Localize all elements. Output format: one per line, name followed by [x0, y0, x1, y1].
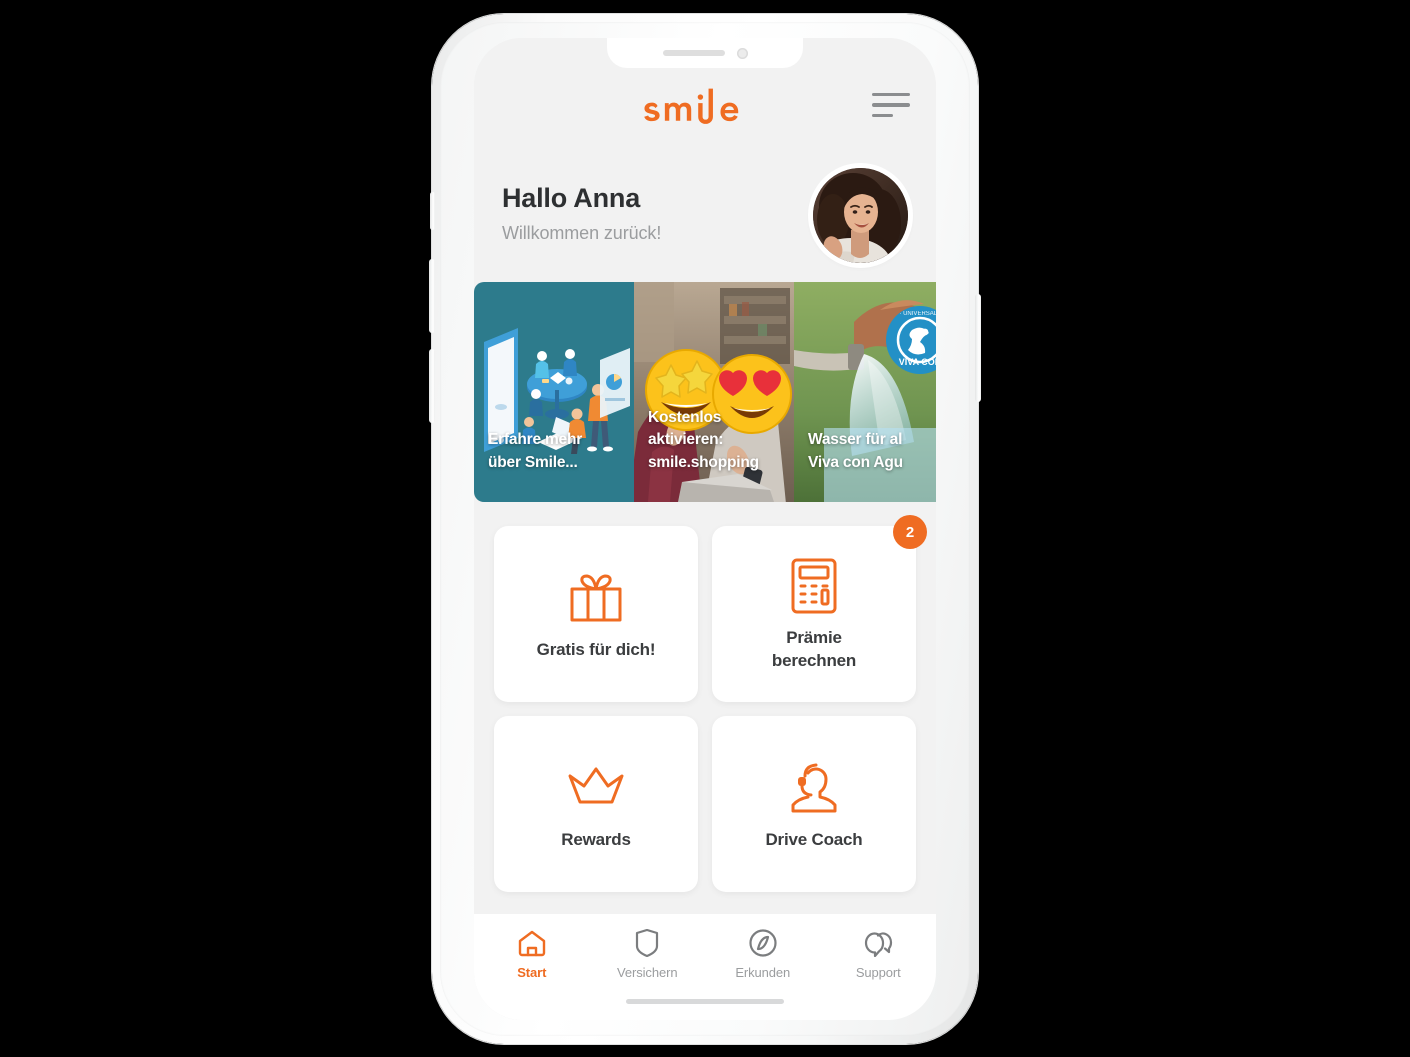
tile-label: Prämie berechnen — [771, 628, 857, 670]
mute-switch-button[interactable] — [430, 192, 435, 230]
greeting-subtitle: Willkommen zurück! — [502, 223, 662, 244]
nav-label: Versichern — [617, 965, 678, 980]
volume-up-button[interactable] — [429, 259, 435, 333]
avatar-portrait — [813, 168, 908, 263]
promo-card-erfahre-mehr[interactable]: Erfahre mehr über Smile... — [474, 282, 634, 502]
nav-label: Support — [855, 965, 901, 980]
page-title: Hallo Anna — [502, 183, 641, 213]
chat-bubbles-icon — [863, 928, 893, 958]
menu-line-2 — [872, 103, 910, 107]
front-camera-icon — [736, 47, 748, 59]
tile-label: Gratis für dich! — [536, 639, 656, 659]
promo-card-viva-con-agua[interactable]: VIVA CON · UNIVERSAL · Wasser für al Viv… — [794, 282, 936, 502]
nav-item-start[interactable]: Start — [474, 928, 590, 980]
action-tile-grid: Gratis für dich! 2 Prämie berechnen Rewa… — [474, 502, 936, 914]
app-body: Hallo Anna Willkommen zurück! Erfahre me… — [474, 38, 936, 1020]
calculator-icon — [790, 555, 838, 617]
nav-label: Erkunden — [735, 965, 791, 980]
tile-label: Drive Coach — [765, 829, 863, 849]
promo-carousel[interactable]: Erfahre mehr über Smile... Kostenlos akt… — [474, 282, 936, 502]
svg-text:VIVA CON: VIVA CON — [899, 357, 936, 367]
menu-line-3 — [872, 113, 894, 118]
greeting-text-block: Hallo Anna Willkommen zurück! — [502, 168, 661, 244]
menu-line-1 — [872, 92, 910, 97]
promo-card-caption: Erfahre mehr über Smile... — [488, 431, 583, 471]
shield-icon — [634, 928, 660, 958]
power-button[interactable] — [975, 294, 981, 402]
svg-text:· UNIVERSAL ·: · UNIVERSAL · — [899, 311, 936, 317]
gift-icon — [567, 567, 625, 629]
smile-logo — [644, 88, 739, 124]
avatar[interactable] — [813, 168, 908, 263]
hamburger-menu-icon[interactable] — [872, 90, 910, 120]
device-notch — [607, 38, 803, 68]
tile-rewards[interactable]: Rewards — [494, 716, 698, 892]
nav-item-support[interactable]: Support — [821, 928, 937, 980]
phone-device-frame: Hallo Anna Willkommen zurück! Erfahre me… — [429, 14, 981, 1044]
promo-card-smile-shopping[interactable]: Kostenlos aktivieren: smile.shopping — [634, 282, 794, 502]
crown-icon — [566, 757, 626, 819]
greeting-section: Hallo Anna Willkommen zurück! — [474, 158, 936, 278]
nav-item-versichern[interactable]: Versichern — [590, 928, 706, 980]
nav-label: Start — [517, 965, 547, 980]
bottom-navigation-bar: Start Versichern Erkunden Support — [474, 914, 936, 1020]
nav-item-erkunden[interactable]: Erkunden — [705, 928, 821, 980]
compass-icon — [749, 928, 777, 958]
tile-drive-coach[interactable]: Drive Coach — [712, 716, 916, 892]
headset-person-icon — [787, 757, 841, 819]
tile-gratis-fuer-dich[interactable]: Gratis für dich! — [494, 526, 698, 702]
phone-screen: Hallo Anna Willkommen zurück! Erfahre me… — [474, 38, 936, 1020]
home-indicator[interactable] — [626, 999, 784, 1004]
volume-down-button[interactable] — [429, 349, 435, 423]
status-badge: 2 — [893, 515, 927, 549]
tile-praemie-berechnen[interactable]: 2 Prämie berechnen — [712, 515, 927, 702]
promo-card-caption: Kostenlos aktivieren: smile.shopping — [648, 408, 759, 471]
earpiece-speaker-icon — [662, 50, 725, 56]
tile-label: Rewards — [561, 829, 631, 849]
promo-card-caption: Wasser für al Viva con Agu — [808, 431, 903, 471]
home-icon — [518, 928, 546, 958]
